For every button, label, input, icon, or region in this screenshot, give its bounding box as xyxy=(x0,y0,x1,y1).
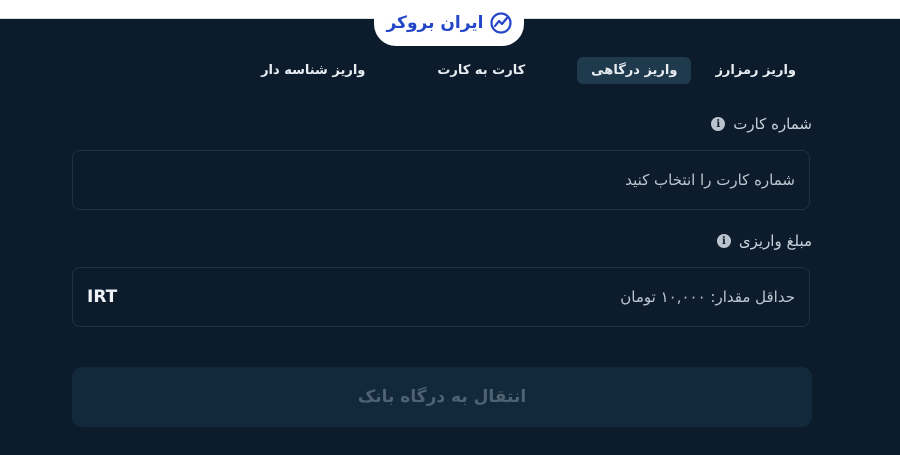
tab-card-to-card[interactable]: کارت به کارت xyxy=(423,57,539,84)
chart-trend-icon xyxy=(489,12,512,34)
tab-id-deposit[interactable]: واریز شناسه دار xyxy=(247,57,379,84)
card-number-placeholder: شماره کارت را انتخاب کنید xyxy=(625,171,795,189)
tab-gateway-deposit[interactable]: واریز درگاهی xyxy=(577,56,692,84)
tab-crypto-deposit[interactable]: واریز رمزارز xyxy=(701,57,810,84)
card-number-label: شماره کارت xyxy=(733,115,812,133)
amount-placeholder: حداقل مقدار: ۱۰,۰۰۰ تومان xyxy=(620,288,795,306)
info-icon[interactable]: i xyxy=(711,117,726,131)
amount-label: مبلغ واریزی xyxy=(738,232,812,250)
card-number-label-row: شماره کارت i xyxy=(711,115,812,133)
card-number-select[interactable]: شماره کارت را انتخاب کنید xyxy=(72,150,810,210)
brand-name: ایران بروکر xyxy=(386,13,484,33)
brand-logo[interactable]: ایران بروکر xyxy=(374,0,524,46)
currency-unit: IRT xyxy=(87,287,118,307)
bank-gateway-button[interactable]: انتقال به درگاه بانک xyxy=(72,367,812,427)
amount-label-row: مبلغ واریزی i xyxy=(716,232,812,250)
info-icon[interactable]: i xyxy=(716,234,731,248)
amount-input[interactable]: حداقل مقدار: ۱۰,۰۰۰ تومان IRT xyxy=(72,267,810,327)
deposit-method-tabs: واریز رمزارز واریز درگاهی کارت به کارت و… xyxy=(261,55,810,85)
